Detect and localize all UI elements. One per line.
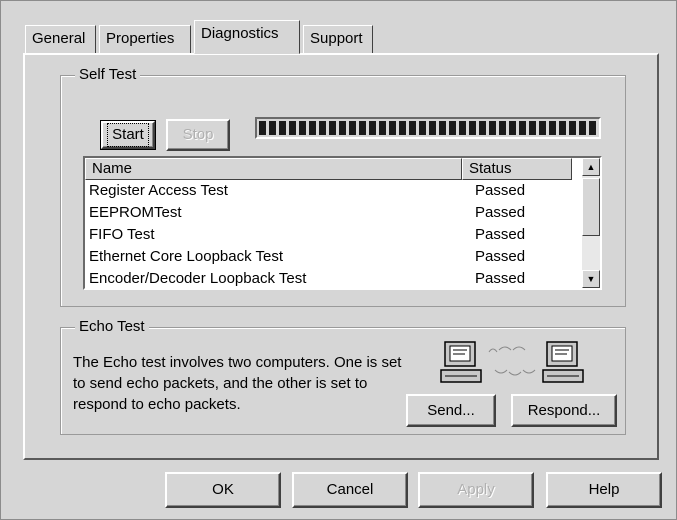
self-test-results-list[interactable]: Name Status Register Access Test Passed E… [83, 156, 602, 290]
table-row[interactable]: EEPROMTest Passed [85, 202, 600, 224]
self-test-progress-bar [255, 117, 601, 139]
send-button[interactable]: Send... [406, 394, 496, 427]
scroll-thumb[interactable] [582, 178, 600, 236]
name-column-label: Name [92, 160, 133, 177]
test-status: Passed [475, 204, 526, 221]
tab-general-label: General [32, 30, 86, 47]
test-name: FIFO Test [89, 226, 155, 243]
table-row[interactable]: FIFO Test Passed [85, 224, 600, 246]
echo-test-group: Echo Test The Echo test involves two com… [60, 318, 626, 435]
table-row[interactable]: Ethernet Core Loopback Test Passed [85, 246, 600, 268]
help-button-label: Help [588, 481, 620, 498]
cancel-button[interactable]: Cancel [292, 472, 408, 508]
test-name: Ethernet Core Loopback Test [89, 248, 284, 265]
test-status: Passed [475, 248, 526, 265]
scroll-up-arrow-icon[interactable]: ▲ [582, 158, 600, 176]
progress-fill [259, 121, 597, 135]
tab-diagnostics-label: Diagnostics [201, 25, 279, 42]
apply-button-label: Apply [457, 481, 495, 498]
list-rows: Register Access Test Passed EEPROMTest Pas… [85, 180, 600, 288]
test-status: Passed [475, 270, 526, 287]
send-button-label: Send... [427, 402, 475, 419]
apply-button[interactable]: Apply [418, 472, 534, 508]
list-header: Name Status [85, 158, 600, 180]
list-scrollbar[interactable]: ▲ ▼ [582, 158, 600, 288]
status-column-header[interactable]: Status [462, 158, 572, 180]
test-name: EEPROMTest [89, 204, 182, 221]
cancel-button-label: Cancel [326, 481, 374, 498]
table-row[interactable]: Register Access Test Passed [85, 180, 600, 202]
self-test-group: Self Test Start Stop Name Status Registe… [60, 66, 626, 307]
name-column-header[interactable]: Name [85, 158, 462, 180]
test-status: Passed [475, 226, 526, 243]
tab-support-label: Support [310, 30, 363, 47]
sender-computer-icon [440, 341, 482, 383]
self-test-legend: Self Test [75, 66, 141, 84]
responder-computer-icon [542, 341, 584, 383]
test-name: Register Access Test [89, 182, 228, 199]
test-status: Passed [475, 182, 526, 199]
table-row[interactable]: Encoder/Decoder Loopback Test Passed [85, 268, 600, 288]
diagnostics-tab-panel: Self Test Start Stop Name Status Registe… [23, 53, 659, 460]
tab-diagnostics[interactable]: Diagnostics [194, 20, 300, 54]
help-button[interactable]: Help [546, 472, 662, 508]
tab-support[interactable]: Support [303, 25, 373, 53]
network-adapter-properties-dialog: General Properties Diagnostics Support S… [0, 0, 677, 520]
tab-general[interactable]: General [25, 25, 96, 53]
stop-button-label: Stop [182, 126, 214, 143]
stop-button[interactable]: Stop [166, 119, 230, 151]
status-column-label: Status [469, 160, 512, 177]
echo-test-legend: Echo Test [75, 318, 149, 336]
respond-button[interactable]: Respond... [511, 394, 617, 427]
ok-button-label: OK [212, 481, 234, 498]
test-name: Encoder/Decoder Loopback Test [89, 270, 307, 287]
start-button[interactable]: Start [100, 120, 156, 150]
start-button-label: Start [107, 123, 149, 147]
tab-properties[interactable]: Properties [99, 25, 191, 53]
scroll-down-arrow-icon[interactable]: ▼ [582, 270, 600, 288]
echo-signal-icon [488, 346, 536, 376]
tab-properties-label: Properties [106, 30, 175, 47]
echo-test-description: The Echo test involves two computers. On… [73, 354, 402, 413]
ok-button[interactable]: OK [165, 472, 281, 508]
respond-button-label: Respond... [527, 402, 601, 419]
